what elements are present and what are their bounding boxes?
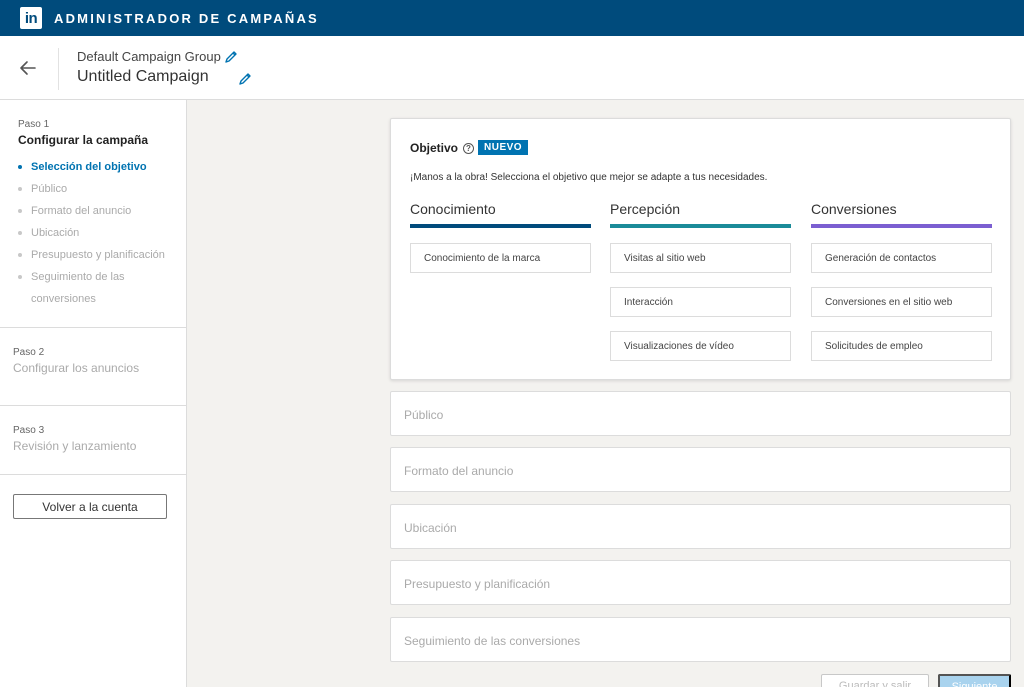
pencil-icon[interactable] xyxy=(238,72,252,86)
section-conversion-tracking[interactable]: Seguimiento de las conversiones xyxy=(390,617,1011,662)
substep-label: Formato del anuncio xyxy=(31,205,132,217)
substep-label: Seguimiento de las conversiones xyxy=(31,271,125,305)
objective-card: Objetivo ? NUEVO ¡Manos a la obra! Selec… xyxy=(390,118,1011,380)
step-3[interactable]: Paso 3 Revisión y lanzamiento xyxy=(13,425,136,453)
objective-option-brand-awareness[interactable]: Conocimiento de la marca xyxy=(410,243,591,273)
column-color-bar xyxy=(410,224,591,228)
linkedin-logo-icon[interactable]: in xyxy=(20,7,42,29)
new-badge: NUEVO xyxy=(478,140,529,155)
section-ad-format[interactable]: Formato del anuncio xyxy=(390,447,1011,492)
section-audience[interactable]: Público xyxy=(390,391,1011,436)
campaign-group-name: Default Campaign Group xyxy=(77,49,221,64)
substep-placement[interactable]: Ubicación xyxy=(18,222,178,244)
campaign-name: Untitled Campaign xyxy=(77,68,209,85)
substep-conversion-tracking[interactable]: Seguimiento de las conversiones xyxy=(18,266,178,310)
column-heading: Percepción xyxy=(610,201,681,217)
substep-ad-format[interactable]: Formato del anuncio xyxy=(18,200,178,222)
step-title: Configurar los anuncios xyxy=(13,361,140,375)
section-title: Formato del anuncio xyxy=(404,464,514,478)
save-and-exit-button[interactable]: Guardar y salir xyxy=(821,674,929,687)
return-to-account-button[interactable]: Volver a la cuenta xyxy=(13,494,167,519)
steps-sidebar: Paso 1 Configurar la campaña Selección d… xyxy=(0,100,187,687)
section-budget[interactable]: Presupuesto y planificación xyxy=(390,560,1011,605)
header-divider xyxy=(58,48,59,90)
section-title: Presupuesto y planificación xyxy=(404,577,551,591)
substep-budget[interactable]: Presupuesto y planificación xyxy=(18,244,178,266)
column-color-bar xyxy=(811,224,992,228)
bullet-icon xyxy=(18,231,22,235)
objective-title: Objetivo xyxy=(410,141,459,155)
objective-option-job-applicants[interactable]: Solicitudes de empleo xyxy=(811,331,992,361)
step-label: Paso 2 xyxy=(13,347,45,358)
objective-column-consideration: Percepción Visitas al sitio web Interacc… xyxy=(610,201,791,375)
question-circle-icon[interactable]: ? xyxy=(463,143,474,154)
sidebar-divider xyxy=(0,474,187,475)
section-placement[interactable]: Ubicación xyxy=(390,504,1011,549)
objective-option-video-views[interactable]: Visualizaciones de vídeo xyxy=(610,331,791,361)
objective-option-lead-generation[interactable]: Generación de contactos xyxy=(811,243,992,273)
step-label: Paso 1 xyxy=(18,119,50,130)
step-1-substeps: Selección del objetivo Público Formato d… xyxy=(18,156,178,310)
objective-column-awareness: Conocimiento Conocimiento de la marca xyxy=(410,201,591,287)
arrow-left-icon xyxy=(20,61,36,75)
section-title: Ubicación xyxy=(404,521,457,535)
sidebar-divider xyxy=(0,405,187,406)
campaign-header: Default Campaign Group Untitled Campaign xyxy=(0,36,1024,100)
step-1: Paso 1 Configurar la campaña xyxy=(18,119,148,147)
top-bar: in ADMINISTRADOR DE CAMPAÑAS xyxy=(0,0,1024,36)
next-button[interactable]: Siguiente xyxy=(938,674,1011,687)
substep-objective[interactable]: Selección del objetivo xyxy=(18,156,178,178)
bullet-icon xyxy=(18,165,22,169)
step-title: Revisión y lanzamiento xyxy=(13,439,137,453)
sidebar-divider xyxy=(0,327,187,328)
substep-label: Presupuesto y planificación xyxy=(31,249,165,261)
bullet-icon xyxy=(18,209,22,213)
substep-audience[interactable]: Público xyxy=(18,178,178,200)
objective-option-engagement[interactable]: Interacción xyxy=(610,287,791,317)
section-title: Público xyxy=(404,408,444,422)
substep-label: Ubicación xyxy=(31,227,80,239)
objective-description: ¡Manos a la obra! Selecciona el objetivo… xyxy=(410,172,768,183)
step-2[interactable]: Paso 2 Configurar los anuncios xyxy=(13,347,139,375)
bullet-icon xyxy=(18,253,22,257)
column-heading: Conocimiento xyxy=(410,201,496,217)
section-title: Seguimiento de las conversiones xyxy=(404,634,581,648)
app-title: ADMINISTRADOR DE CAMPAÑAS xyxy=(54,10,319,26)
step-title: Configurar la campaña xyxy=(18,133,149,147)
column-heading: Conversiones xyxy=(811,201,897,217)
pencil-icon[interactable] xyxy=(224,50,238,64)
objective-option-website-conversions[interactable]: Conversiones en el sitio web xyxy=(811,287,992,317)
objective-option-website-visits[interactable]: Visitas al sitio web xyxy=(610,243,791,273)
bullet-icon xyxy=(18,275,22,279)
column-color-bar xyxy=(610,224,791,228)
substep-label: Público xyxy=(31,183,68,195)
objective-column-conversions: Conversiones Generación de contactos Con… xyxy=(811,201,992,375)
bullet-icon xyxy=(18,187,22,191)
back-button[interactable] xyxy=(16,56,40,80)
substep-label: Selección del objetivo xyxy=(31,161,147,173)
step-label: Paso 3 xyxy=(13,425,45,436)
